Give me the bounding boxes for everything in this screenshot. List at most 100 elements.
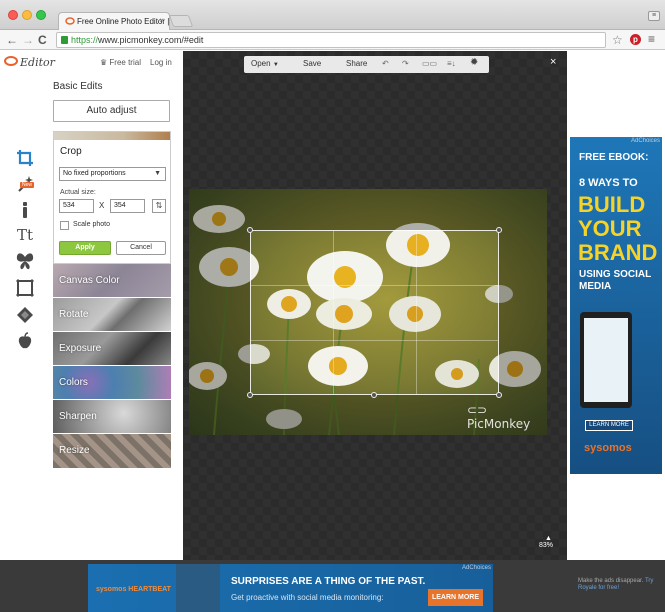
browser-toolbar: ← → C https://www.picmonkey.com/#edit ☆ … [0,30,665,50]
crop-title[interactable]: Crop [60,146,82,157]
textures-icon[interactable] [15,305,35,325]
photo-canvas[interactable]: ⊂⊃ PicMonkey [189,189,547,435]
edit-item-colors[interactable]: Colors [53,366,171,400]
url-path: www.picmonkey.com/#edit [98,35,204,45]
adchoices-label[interactable]: AdChoices [631,138,660,144]
tablet-screen [584,318,628,402]
crop-height-input[interactable]: 354 [110,199,145,213]
browser-menu-icon[interactable]: ≡ [648,33,655,46]
chevron-down-icon: ▼ [272,62,279,68]
crop-handle-bottom-left[interactable] [247,392,253,398]
dimension-separator: X [99,201,105,210]
crop-tool-icon[interactable] [15,148,35,168]
crop-handle-top-right[interactable] [496,227,502,233]
cancel-button[interactable]: Cancel [116,241,166,255]
picmonkey-favicon-icon [65,17,75,25]
editor-sidebar: Editor ♛ Free trial Log in Basic Edits A… [0,51,183,560]
reload-icon[interactable]: C [38,32,47,48]
zoom-level[interactable]: 83% [539,542,553,549]
forward-arrow-icon[interactable]: → [22,32,34,48]
login-link[interactable]: Log in [150,58,172,67]
crop-handle-top-left[interactable] [247,227,253,233]
crop-shade-top [189,189,547,230]
lock-icon [61,36,68,44]
ads-removal-note: Make the ads disappear. Try Royale for f… [578,578,660,592]
free-trial-label: Free trial [109,58,141,67]
auto-adjust-button[interactable]: Auto adjust [53,100,170,122]
proportions-select[interactable]: No fixed proportions ▼ [59,167,166,181]
adchoices-label[interactable]: AdChoices [462,565,491,571]
crop-handle-bottom[interactable] [371,392,377,398]
crop-grid-line [415,231,417,394]
frames-icon[interactable] [15,278,35,298]
watermark-text: PicMonkey [467,417,531,431]
bottom-ad-banner[interactable]: AdChoices sysomos HEARTBEAT SURPRISES AR… [88,564,493,612]
bottom-ad-bar: AdChoices sysomos HEARTBEAT SURPRISES AR… [0,560,665,612]
edit-item-exposure[interactable]: Exposure [53,332,171,366]
edit-item-sharpen[interactable]: Sharpen [53,400,171,434]
scale-photo-label: Scale photo [73,221,110,228]
right-ad-banner[interactable]: AdChoices FREE EBOOK: 8 WAYS TO BUILD YO… [570,137,662,474]
crop-handle-bottom-right[interactable] [496,392,502,398]
scale-photo-checkbox[interactable] [60,221,69,230]
themes-apple-icon[interactable] [15,331,35,351]
save-button[interactable]: Save [303,59,321,68]
crop-shade-left [189,230,250,395]
ad-line-build-your-brand: BUILD YOUR BRAND [578,192,658,265]
ad-learn-more-button[interactable]: LEARN MORE [428,589,483,606]
right-ad-column: AdChoices FREE EBOOK: 8 WAYS TO BUILD YO… [567,51,665,560]
apply-button[interactable]: Apply [59,241,111,255]
browser-tab[interactable]: Free Online Photo Editor | × [58,12,170,30]
minimize-window-button[interactable] [22,10,32,20]
touch-up-brush-icon[interactable] [15,200,35,220]
settings-gear-icon[interactable]: ✹ [470,57,478,68]
crop-grid-line [333,231,335,394]
tab-close-icon[interactable]: × [159,16,164,25]
user-profile-icon[interactable]: ≡ [648,11,660,21]
undo-icon[interactable]: ↶ [382,59,389,68]
browser-titlebar: Free Online Photo Editor | × ≡ [0,0,665,30]
crop-width-input[interactable]: 534 [59,199,94,213]
ad-line-social-media: USING SOCIAL MEDIA [579,269,652,292]
ad-line-8-ways: 8 WAYS TO [579,177,638,189]
zoom-up-icon[interactable]: ▲ [545,535,552,542]
text-tool-icon[interactable]: Tt [15,225,35,245]
address-bar[interactable]: https://www.picmonkey.com/#edit [56,32,606,48]
crop-grid-line [251,339,498,341]
close-editor-icon[interactable]: × [550,56,556,68]
compare-icon[interactable]: ▭▭ [422,59,437,68]
redo-icon[interactable]: ↷ [402,59,409,68]
pinterest-icon[interactable]: p [630,34,641,45]
picmonkey-watermark: ⊂⊃ PicMonkey [467,403,531,431]
free-trial-link[interactable]: ♛ Free trial [100,58,141,67]
ad-learn-more-button[interactable]: LEARN MORE [585,420,633,431]
open-menu[interactable]: Open ▼ [251,59,279,68]
zoom-window-button[interactable] [36,10,46,20]
ad-line-free-ebook: FREE EBOOK: [579,152,649,163]
edit-item-canvas-color[interactable]: Canvas Color [53,264,171,298]
editor-canvas-area: Open ▼ Save Share ↶ ↷ ▭▭ ≡↓ ✹ × ⊂⊃ PicMo… [183,51,567,560]
tablet-image [580,312,632,408]
sysomos-heartbeat-logo: sysomos HEARTBEAT [96,586,171,593]
back-arrow-icon[interactable]: ← [6,32,18,48]
close-window-button[interactable] [8,10,18,20]
overlays-butterfly-icon[interactable] [15,251,35,271]
ad-decorative-circles [176,564,220,612]
tab-title: Free Online Photo Editor | [77,17,170,26]
sysomos-logo: sysomos [584,442,632,454]
new-badge: New [20,182,35,188]
crop-panel-thumbnail [54,132,170,140]
bookmark-star-icon[interactable]: ☆ [612,33,623,47]
picmonkey-logo-icon [4,56,18,66]
layers-icon[interactable]: ≡↓ [447,59,456,68]
edit-item-resize[interactable]: Resize [53,434,171,469]
share-button[interactable]: Share [346,59,367,68]
proportions-value: No fixed proportions [63,170,126,177]
url-scheme: https:// [71,35,99,45]
open-label: Open [251,59,271,68]
crop-selection-box[interactable] [247,227,502,398]
new-tab-button[interactable] [168,15,194,27]
ad-headline: SURPRISES ARE A THING OF THE PAST. [231,576,426,587]
rotate-crop-icon[interactable]: ⇅ [152,199,166,213]
edit-item-rotate[interactable]: Rotate [53,298,171,332]
